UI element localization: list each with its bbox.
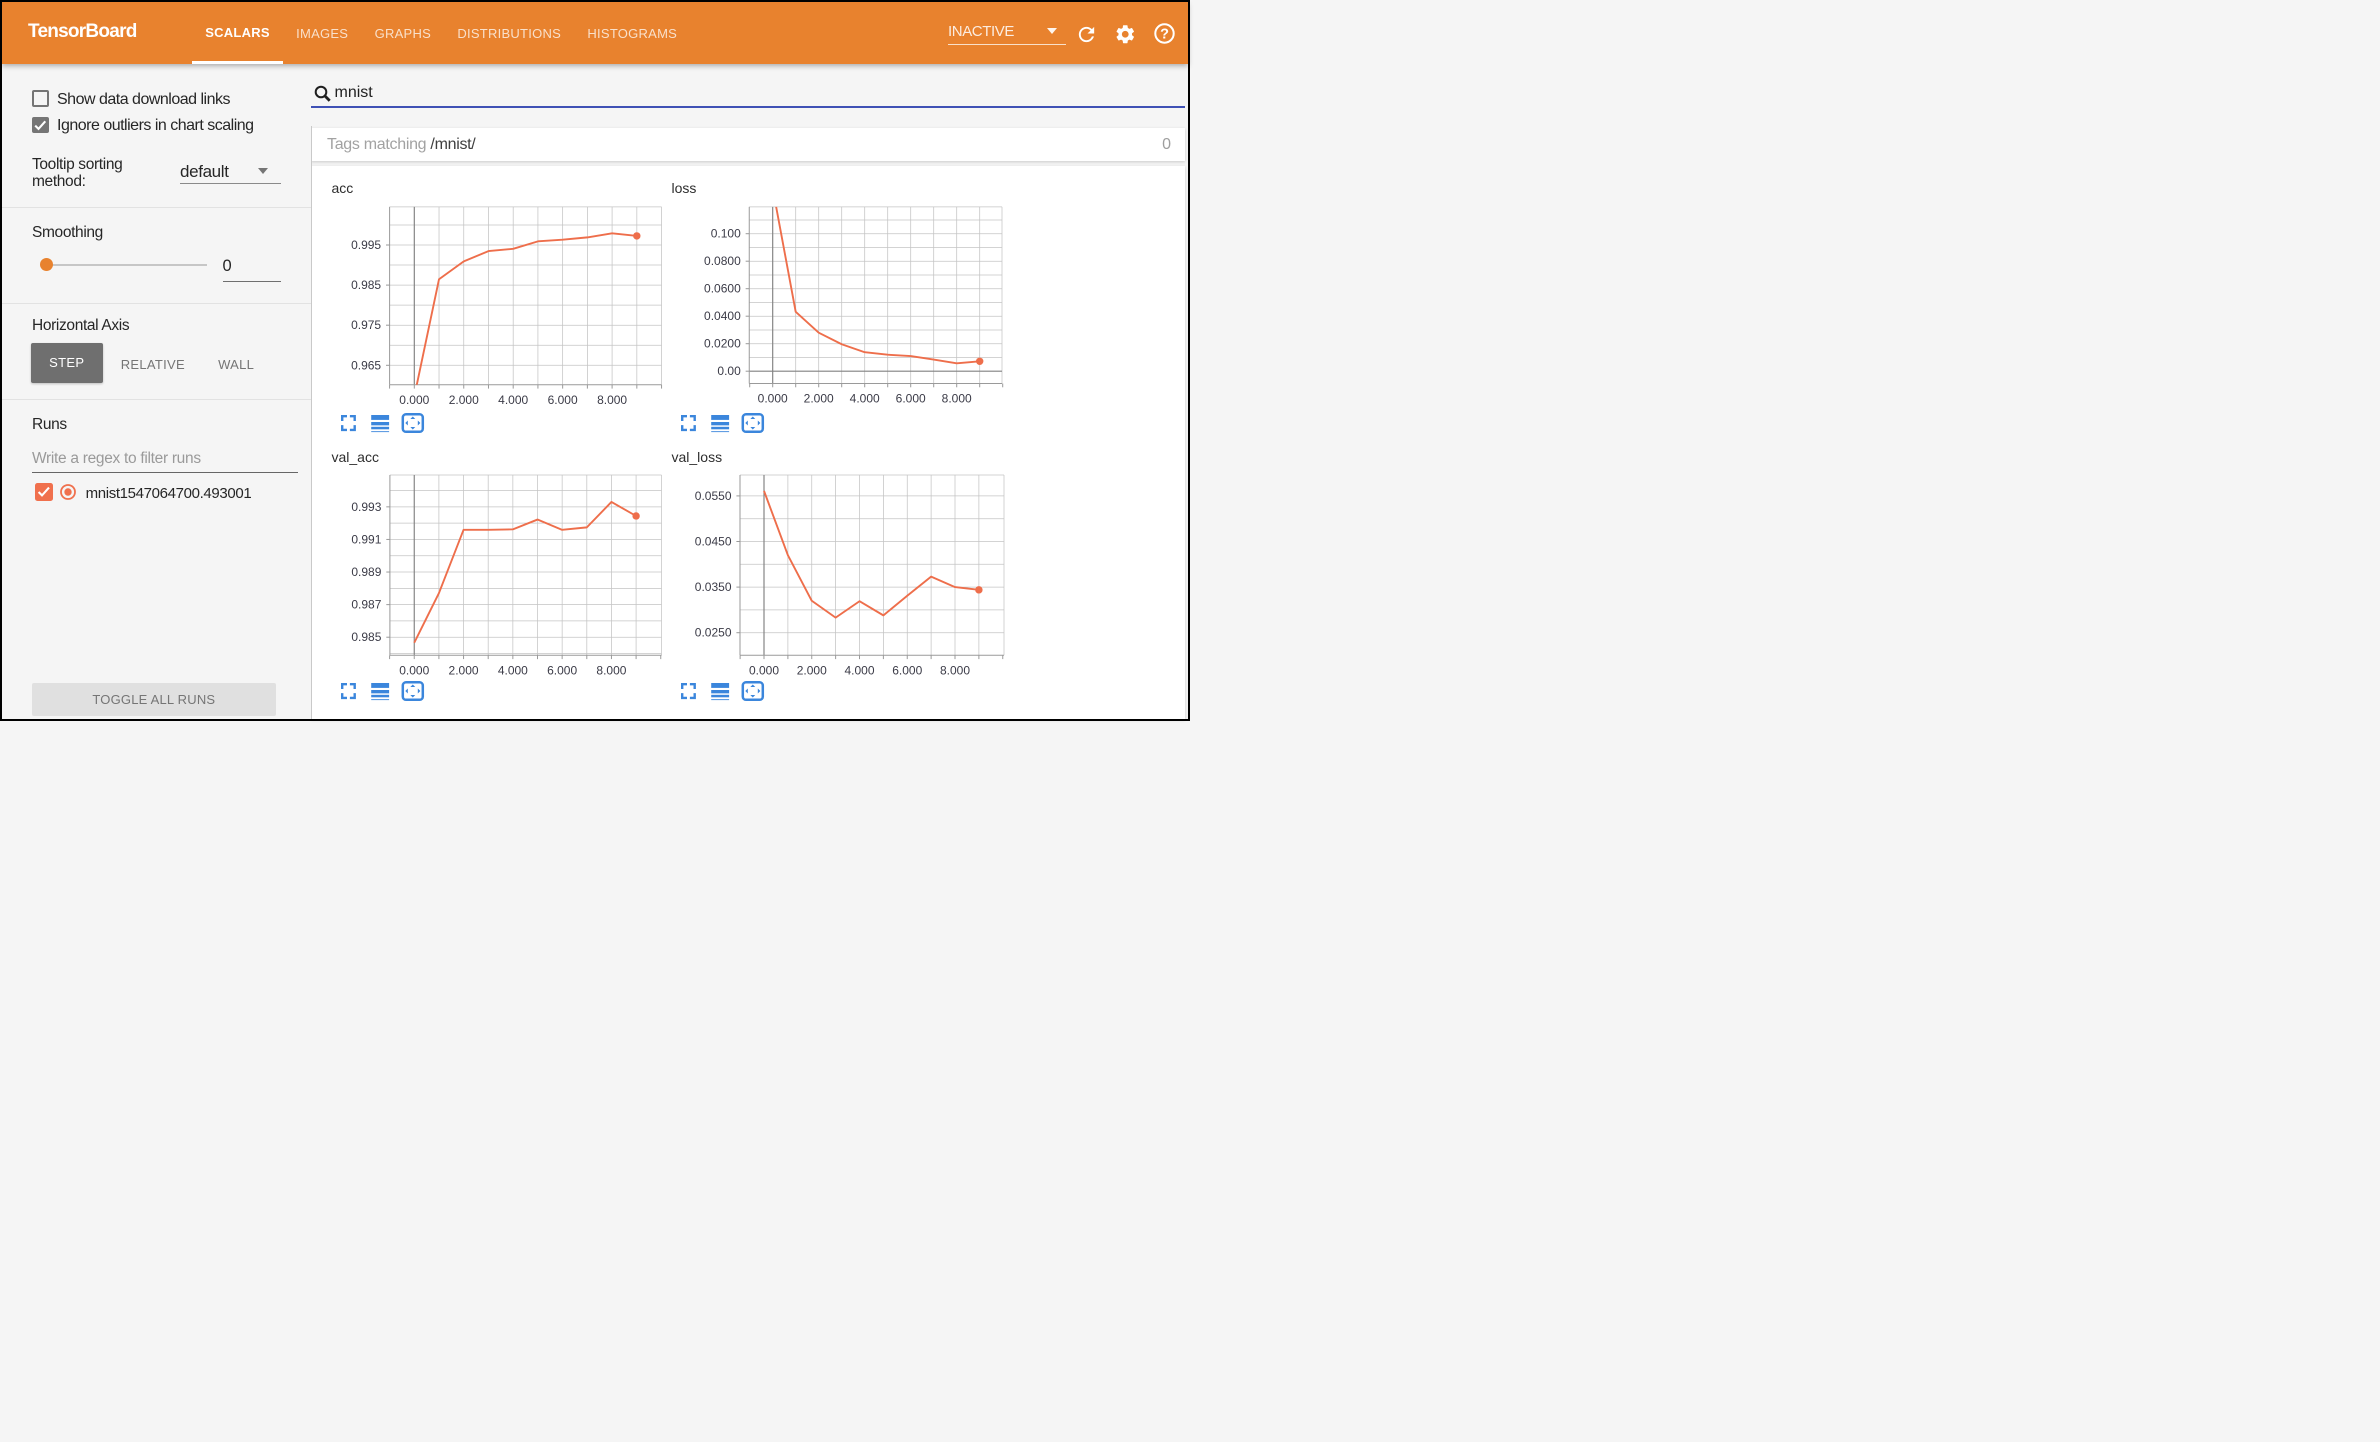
svg-text:0.985: 0.985 [351, 278, 381, 292]
svg-text:0.000: 0.000 [749, 664, 779, 678]
svg-text:6.000: 6.000 [896, 392, 926, 406]
svg-text:0.975: 0.975 [351, 318, 381, 332]
svg-text:0.985: 0.985 [351, 630, 381, 644]
svg-text:0.000: 0.000 [758, 392, 788, 406]
svg-text:2.000: 2.000 [449, 664, 479, 678]
svg-text:8.000: 8.000 [596, 664, 626, 678]
svg-text:4.000: 4.000 [850, 392, 880, 406]
svg-text:0.995: 0.995 [351, 238, 381, 252]
svg-text:0.000: 0.000 [399, 664, 429, 678]
svg-text:0.987: 0.987 [351, 598, 381, 612]
svg-text:8.000: 8.000 [597, 393, 627, 407]
svg-text:8.000: 8.000 [942, 392, 972, 406]
svg-text:8.000: 8.000 [940, 664, 970, 678]
svg-text:0.993: 0.993 [351, 500, 381, 514]
svg-text:0.0250: 0.0250 [695, 626, 732, 640]
svg-text:4.000: 4.000 [844, 664, 874, 678]
svg-text:0.000: 0.000 [399, 393, 429, 407]
svg-text:?: ? [1160, 26, 1169, 42]
svg-text:0.0800: 0.0800 [704, 254, 741, 268]
svg-text:0.991: 0.991 [351, 532, 381, 546]
svg-text:4.000: 4.000 [498, 393, 528, 407]
svg-text:6.000: 6.000 [547, 664, 577, 678]
svg-text:0.989: 0.989 [351, 565, 381, 579]
svg-text:0.0350: 0.0350 [695, 580, 732, 594]
svg-text:0.0400: 0.0400 [704, 309, 741, 323]
svg-text:0.0200: 0.0200 [704, 337, 741, 351]
svg-text:0.0550: 0.0550 [695, 489, 732, 503]
svg-text:2.000: 2.000 [449, 393, 479, 407]
svg-text:6.000: 6.000 [892, 664, 922, 678]
svg-text:0.0600: 0.0600 [704, 282, 741, 296]
svg-text:0.100: 0.100 [711, 227, 741, 241]
svg-text:0.0450: 0.0450 [695, 535, 732, 549]
svg-text:2.000: 2.000 [804, 392, 834, 406]
svg-text:2.000: 2.000 [797, 664, 827, 678]
svg-text:0.965: 0.965 [351, 358, 381, 372]
svg-text:4.000: 4.000 [498, 664, 528, 678]
svg-text:6.000: 6.000 [548, 393, 578, 407]
svg-text:0.00: 0.00 [717, 364, 741, 378]
